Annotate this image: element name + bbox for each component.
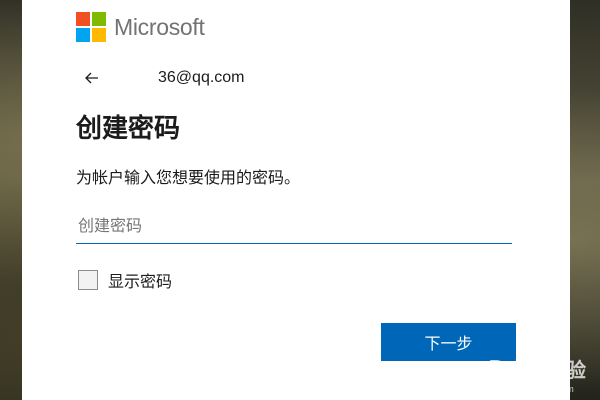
microsoft-logo-icon xyxy=(76,12,106,42)
brand-name: Microsoft xyxy=(114,13,205,40)
password-input[interactable] xyxy=(76,208,512,244)
account-email: 36@qq.com xyxy=(158,69,245,86)
show-password-label: 显示密码 xyxy=(108,272,173,291)
identity-banner: 36@qq.com xyxy=(80,66,245,90)
page-description: 为帐户输入您想要使用的密码。 xyxy=(76,168,301,187)
microsoft-logo: Microsoft xyxy=(76,12,205,42)
page-title: 创建密码 xyxy=(76,114,181,144)
arrow-left-icon xyxy=(85,72,98,84)
show-password-checkbox[interactable] xyxy=(78,270,98,290)
signin-card: Microsoft 36@qq.com 创建密码 为帐户输入您想要使用的密码。 … xyxy=(22,0,570,400)
back-button[interactable] xyxy=(80,66,104,90)
show-password-option[interactable]: 显示密码 xyxy=(78,268,172,292)
next-button[interactable]: 下一步 xyxy=(381,323,516,361)
